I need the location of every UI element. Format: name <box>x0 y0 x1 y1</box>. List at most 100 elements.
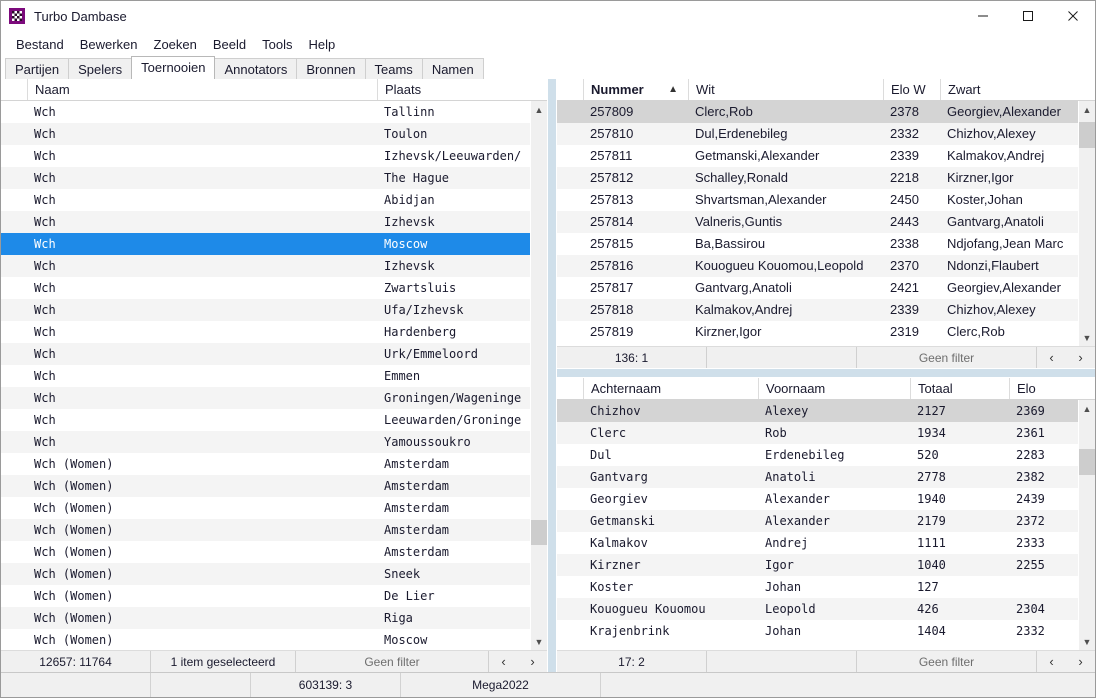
menu-item-zoeken[interactable]: Zoeken <box>146 35 205 54</box>
table-row[interactable]: Wch (Women) Amsterdam <box>1 519 530 541</box>
scroll-up-icon[interactable]: ▲ <box>1079 400 1095 417</box>
tournaments-nav[interactable]: ‹ › <box>489 651 547 672</box>
table-row[interactable]: Wch Emmen <box>1 365 530 387</box>
table-row[interactable]: Wch (Women) Riga <box>1 607 530 629</box>
games-col-blank[interactable] <box>557 79 583 100</box>
table-row[interactable]: 257809 Clerc,Rob 2378 Georgiev,Alexander <box>557 101 1078 123</box>
games-vertical-scrollbar[interactable]: ▲ ▼ <box>1078 101 1095 346</box>
tab-partijen[interactable]: Partijen <box>5 58 70 79</box>
table-row[interactable]: 257818 Kalmakov,Andrej 2339 Chizhov,Alexey <box>557 299 1078 321</box>
table-row[interactable]: Wch (Women) Moscow <box>1 629 530 650</box>
players-col-blank[interactable] <box>557 378 583 399</box>
table-row[interactable]: Kirzner Igor 1040 2255 <box>557 554 1078 576</box>
menu-item-beeld[interactable]: Beeld <box>205 35 254 54</box>
tournaments-filter-label[interactable]: Geen filter <box>296 651 489 672</box>
table-row[interactable]: 257812 Schalley,Ronald 2218 Kirzner,Igor <box>557 167 1078 189</box>
tournaments-vertical-scrollbar[interactable]: ▲ ▼ <box>530 101 547 650</box>
table-row[interactable]: Krajenbrink Johan 1404 2332 <box>557 620 1078 642</box>
horizontal-splitter[interactable] <box>557 368 1095 378</box>
table-row[interactable]: Kalmakov Andrej 1111 2333 <box>557 532 1078 554</box>
tab-spelers[interactable]: Spelers <box>68 58 133 79</box>
games-nav[interactable]: ‹ › <box>1037 347 1095 368</box>
prev-icon[interactable]: ‹ <box>1043 654 1059 669</box>
table-row[interactable]: 257813 Shvartsman,Alexander 2450 Koster,Joh… <box>557 189 1078 211</box>
menu-item-bestand[interactable]: Bestand <box>8 35 72 54</box>
table-row[interactable]: Wch Tallinn <box>1 101 530 123</box>
next-icon[interactable]: › <box>524 654 540 669</box>
scroll-down-icon[interactable]: ▼ <box>531 633 547 650</box>
table-row[interactable]: Wch Urk/Emmeloord <box>1 343 530 365</box>
table-row[interactable]: Wch Izhevsk <box>1 255 530 277</box>
tab-bronnen[interactable]: Bronnen <box>296 58 366 79</box>
scroll-down-icon[interactable]: ▼ <box>1079 633 1095 650</box>
table-row[interactable]: 257815 Ba,Bassirou 2338 Ndjofang,Jean Marc <box>557 233 1078 255</box>
close-icon[interactable] <box>1050 1 1095 31</box>
table-row[interactable]: Wch (Women) Sneek <box>1 563 530 585</box>
table-row[interactable]: 257819 Kirzner,Igor 2319 Clerc,Rob <box>557 321 1078 343</box>
table-row[interactable]: Wch (Women) De Lier <box>1 585 530 607</box>
table-row[interactable]: Dul Erdenebileg 520 2283 <box>557 444 1078 466</box>
table-row[interactable]: 257810 Dul,Erdenebileg 2332 Chizhov,Alexey <box>557 123 1078 145</box>
table-row[interactable]: Wch Izhevsk/Leeuwarden/ <box>1 145 530 167</box>
tournaments-col-naam[interactable]: Naam <box>27 79 377 100</box>
games-col-zwart[interactable]: Zwart <box>940 79 1095 100</box>
table-row[interactable]: 257811 Getmanski,Alexander 2339 Kalmakov,An… <box>557 145 1078 167</box>
menu-item-tools[interactable]: Tools <box>254 35 300 54</box>
table-row[interactable]: Wch (Women) Amsterdam <box>1 475 530 497</box>
scroll-down-icon[interactable]: ▼ <box>1079 329 1095 346</box>
tab-toernooien[interactable]: Toernooien <box>131 56 216 79</box>
scroll-track[interactable] <box>1079 417 1095 633</box>
menu-item-help[interactable]: Help <box>301 35 344 54</box>
vertical-splitter[interactable] <box>547 79 557 672</box>
table-row[interactable]: Clerc Rob 1934 2361 <box>557 422 1078 444</box>
tab-teams[interactable]: Teams <box>364 58 423 79</box>
table-row[interactable]: Wch Izhevsk <box>1 211 530 233</box>
table-row[interactable]: Wch Zwartsluis <box>1 277 530 299</box>
players-nav[interactable]: ‹ › <box>1037 651 1095 672</box>
table-row[interactable]: Wch Groningen/Wageninge <box>1 387 530 409</box>
games-row-list[interactable]: 257809 Clerc,Rob 2378 Georgiev,Alexander 257… <box>557 101 1078 346</box>
scroll-thumb[interactable] <box>1079 122 1095 148</box>
tab-namen[interactable]: Namen <box>421 58 484 79</box>
table-row[interactable]: 257817 Gantvarg,Anatoli 2421 Georgiev,Alexa… <box>557 277 1078 299</box>
players-col-voornaam[interactable]: Voornaam <box>758 378 910 399</box>
table-row[interactable]: Wch Moscow <box>1 233 530 255</box>
scroll-thumb[interactable] <box>531 519 547 546</box>
table-row[interactable]: Georgiev Alexander 1940 2439 <box>557 488 1078 510</box>
next-icon[interactable]: › <box>1072 350 1088 365</box>
tab-annotators[interactable]: Annotators <box>214 58 298 79</box>
table-row[interactable]: Wch (Women) Amsterdam <box>1 541 530 563</box>
next-icon[interactable]: › <box>1072 654 1088 669</box>
table-row[interactable]: Wch Yamoussoukro <box>1 431 530 453</box>
tournaments-col-blank[interactable] <box>1 79 27 100</box>
table-row[interactable]: Wch The Hague <box>1 167 530 189</box>
table-row[interactable]: Wch (Women) Amsterdam <box>1 453 530 475</box>
table-row[interactable]: Wch Leeuwarden/Groninge <box>1 409 530 431</box>
table-row[interactable]: Gantvarg Anatoli 2778 2382 <box>557 466 1078 488</box>
table-row[interactable]: Chizhov Alexey 2127 2369 <box>557 400 1078 422</box>
tournaments-row-list[interactable]: Wch Tallinn Wch Toulon Wch Izhevsk/Leeuwarden… <box>1 101 530 650</box>
players-col-totaal[interactable]: Totaal <box>910 378 1009 399</box>
table-row[interactable]: Kouogueu Kouomou Leopold 426 2304 <box>557 598 1078 620</box>
scroll-up-icon[interactable]: ▲ <box>1079 101 1095 118</box>
table-row[interactable]: Wch (Women) Amsterdam <box>1 497 530 519</box>
players-row-list[interactable]: Chizhov Alexey 2127 2369 Clerc Rob 1934 2361 Dul… <box>557 400 1078 650</box>
minimize-icon[interactable] <box>960 1 1005 31</box>
scroll-track[interactable] <box>531 118 547 633</box>
table-row[interactable]: Wch Hardenberg <box>1 321 530 343</box>
table-row[interactable]: Koster Johan 127 <box>557 576 1078 598</box>
table-row[interactable]: 257816 Kouogueu Kouomou,Leopold 2370 Ndonzi… <box>557 255 1078 277</box>
games-filter-label[interactable]: Geen filter <box>857 347 1037 368</box>
players-vertical-scrollbar[interactable]: ▲ ▼ <box>1078 400 1095 650</box>
players-filter-label[interactable]: Geen filter <box>857 651 1037 672</box>
table-row[interactable]: Wch Toulon <box>1 123 530 145</box>
games-col-nummer[interactable]: Nummer ▲ <box>583 79 688 100</box>
scroll-thumb[interactable] <box>1079 449 1095 476</box>
prev-icon[interactable]: ‹ <box>495 654 511 669</box>
tournaments-col-plaats[interactable]: Plaats <box>377 79 547 100</box>
scroll-track[interactable] <box>1079 118 1095 329</box>
prev-icon[interactable]: ‹ <box>1043 350 1059 365</box>
games-col-wit[interactable]: Wit <box>688 79 883 100</box>
table-row[interactable]: 257814 Valneris,Guntis 2443 Gantvarg,Anatol… <box>557 211 1078 233</box>
table-row[interactable]: Wch Abidjan <box>1 189 530 211</box>
